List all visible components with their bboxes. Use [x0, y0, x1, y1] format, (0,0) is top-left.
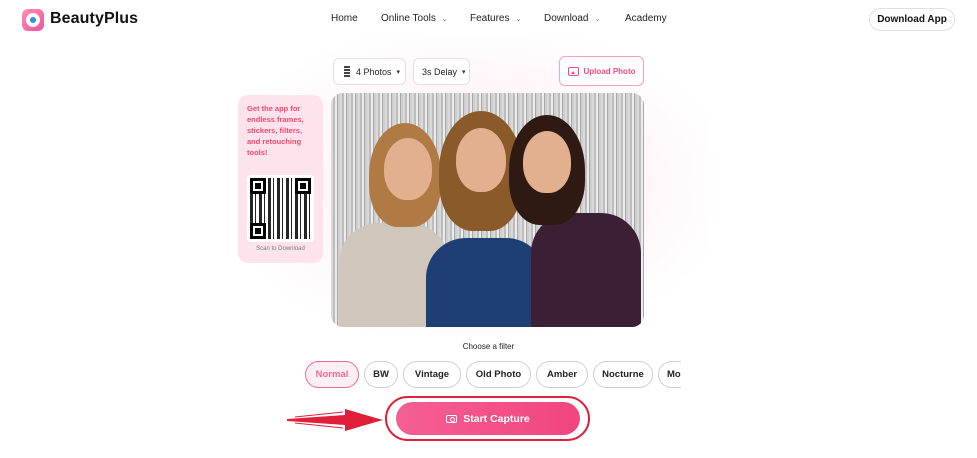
nav-download-label: Download: [544, 13, 589, 24]
nav-features-label: Features: [470, 13, 510, 24]
image-icon: [567, 66, 579, 76]
brand-name[interactable]: BeautyPlus: [50, 10, 138, 28]
chevron-down-icon: ▾: [396, 68, 401, 76]
filter-amber[interactable]: Amber: [536, 361, 588, 388]
filter-chip-row: Normal BW Vintage Old Photo Amber Noctur…: [303, 361, 681, 389]
person-left-face: [384, 138, 432, 200]
app-promo-card: Get the app for endless frames, stickers…: [238, 95, 323, 263]
nav-online-tools-label: Online Tools: [381, 13, 436, 24]
upload-photo-label: Upload Photo: [583, 66, 636, 76]
beautyplus-logo-icon[interactable]: [22, 9, 44, 31]
nav-features[interactable]: Features ⌄: [470, 13, 521, 24]
camera-icon: [446, 414, 458, 423]
site-header: BeautyPlus Home Online Tools ⌄ Features …: [0, 0, 977, 40]
start-capture-button[interactable]: Start Capture: [396, 402, 580, 435]
download-app-button[interactable]: Download App: [869, 8, 955, 31]
filter-vintage[interactable]: Vintage: [403, 361, 461, 388]
delay-select[interactable]: 3s Delay ▾: [413, 58, 470, 85]
qr-finder-top-left: [250, 178, 266, 194]
person-right-body: [531, 213, 641, 327]
person-right-face: [523, 131, 571, 193]
grid-strip-icon: [344, 65, 350, 78]
chevron-down-icon: ⌄: [441, 15, 448, 23]
person-center-face: [456, 128, 506, 192]
filter-old-photo[interactable]: Old Photo: [466, 361, 531, 388]
nav-download[interactable]: Download ⌄: [544, 13, 600, 24]
red-arrow-icon: [287, 409, 383, 431]
delay-value: 3s Delay: [422, 66, 458, 77]
person-center-body: [426, 238, 546, 327]
camera-preview: [331, 93, 644, 327]
filter-normal[interactable]: Normal: [305, 361, 359, 388]
nav-home-label: Home: [331, 13, 358, 24]
scan-to-download-label: Scan to Download: [256, 246, 305, 252]
nav-online-tools[interactable]: Online Tools ⌄: [381, 13, 448, 24]
nav-home[interactable]: Home: [331, 13, 358, 24]
start-capture-label: Start Capture: [463, 412, 530, 425]
qr-finder-bottom-left: [250, 223, 266, 239]
upload-photo-button[interactable]: Upload Photo: [559, 56, 644, 86]
photos-count-select[interactable]: 4 Photos ▾: [333, 58, 406, 85]
promo-text: Get the app for endless frames, stickers…: [247, 104, 304, 157]
filter-bw[interactable]: BW: [364, 361, 398, 388]
chevron-down-icon: ⌄: [594, 15, 601, 23]
nav-academy[interactable]: Academy: [625, 13, 667, 24]
qr-code: [247, 175, 314, 242]
photos-count-value: 4 Photos: [356, 66, 392, 77]
qr-finder-top-right: [295, 178, 311, 194]
filter-more-partial[interactable]: Mo: [658, 361, 681, 388]
nav-academy-label: Academy: [625, 13, 667, 24]
chevron-down-icon: ▾: [462, 68, 466, 76]
chevron-down-icon: ⌄: [515, 15, 522, 23]
filter-heading: Choose a filter: [462, 342, 515, 351]
filter-nocturne[interactable]: Nocturne: [593, 361, 653, 388]
